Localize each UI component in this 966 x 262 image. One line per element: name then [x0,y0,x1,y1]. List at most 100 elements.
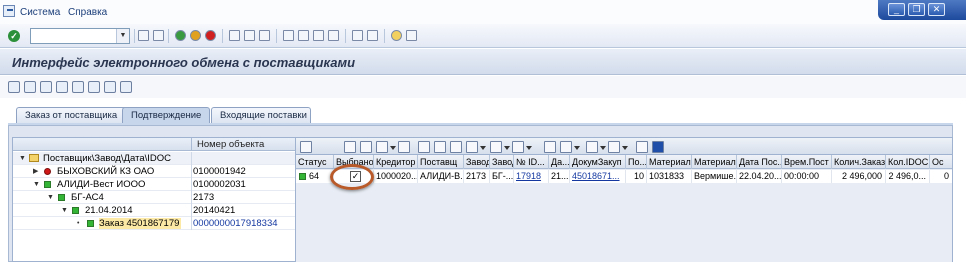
collapse-icon[interactable] [104,81,116,93]
cell-id-link[interactable]: 17918 [514,170,549,183]
new-session-icon[interactable] [352,30,363,41]
col-header-plant-2[interactable]: Завод [490,155,514,169]
print-preview-icon[interactable] [544,141,556,153]
chevron-down-icon[interactable] [480,146,486,150]
execute-icon[interactable] [8,81,20,93]
col-header-vendor[interactable]: Кредитор [374,155,418,169]
find-icon[interactable] [450,141,462,153]
minimize-button[interactable]: _ [888,3,905,16]
chevron-down-icon[interactable] [574,146,580,150]
find-next-icon[interactable] [259,30,270,41]
col-header-material-text[interactable]: Материал [692,155,737,169]
chevron-down-icon[interactable] [600,146,606,150]
col-header-delivery-time[interactable]: Врем.Пост [782,155,832,169]
expand-down-icon[interactable]: ▼ [33,181,40,188]
col-header-id-number[interactable]: № ID... [514,155,549,169]
cell-purchase-doc-link[interactable]: 45018671... [570,170,626,183]
col-header-order-qty[interactable]: Колич.Заказ [832,155,886,169]
help-icon[interactable] [391,30,402,41]
export-icon[interactable] [586,141,598,153]
separator [345,29,346,43]
close-button[interactable]: ✕ [928,3,945,16]
back-icon[interactable] [175,30,186,41]
col-header-remaining[interactable]: Ос [930,155,952,169]
filter-icon[interactable] [466,141,478,153]
cell-status-value: 64 [309,171,320,181]
undo-icon[interactable] [398,141,410,153]
tab-supplier-order[interactable]: Заказ от поставщика [16,107,130,123]
enter-check-icon[interactable]: ✓ [8,30,20,42]
next-page-icon[interactable] [313,30,324,41]
tree-row-label: Поставщик\Завод\Дата\IDOC [43,153,171,164]
sync-icon[interactable] [72,81,84,93]
documents-icon[interactable] [40,81,52,93]
sort-descending-icon[interactable] [434,141,446,153]
col-header-supplier[interactable]: Поставщ [418,155,464,169]
page-title: Интерфейс электронного обмена с поставщи… [12,55,356,70]
tree-row-root[interactable]: ▼ Поставщик\Завод\Дата\IDOC [13,152,295,165]
chevron-down-icon[interactable] [526,146,532,150]
tree-col-object-number: Номер объекта [197,139,265,150]
layout-settings-icon[interactable] [406,30,417,41]
info-icon[interactable] [652,141,664,153]
graphic-icon[interactable] [636,141,648,153]
chevron-down-icon[interactable] [390,146,396,150]
restore-button[interactable]: ❐ [908,3,925,16]
refresh-icon[interactable] [24,81,36,93]
col-header-material[interactable]: Материал [647,155,692,169]
col-header-purchase-doc[interactable]: ДокумЗакуп [570,155,626,169]
shortcut-icon[interactable] [367,30,378,41]
col-header-idoc-qty[interactable]: Кол.IDOC [886,155,930,169]
cancel-icon[interactable] [205,30,216,41]
chevron-down-icon[interactable] [622,146,628,150]
exit-icon[interactable] [3,5,15,17]
tab-incoming-deliveries[interactable]: Входящие поставки [211,107,311,123]
window-controls: _ ❐ ✕ [878,0,966,20]
views-icon[interactable] [560,141,572,153]
previous-page-icon[interactable] [298,30,309,41]
chevron-down-icon[interactable]: ▼ [116,29,129,43]
expand-icon[interactable] [88,81,100,93]
column-divider [191,217,192,230]
expand-down-icon[interactable]: ▼ [47,194,54,201]
triangle-up-icon[interactable] [120,81,132,93]
expand-down-icon[interactable]: ▼ [19,155,26,162]
table-row[interactable]: 64 ✓ 1000020... АЛИДИ-В... 2173 БГ-... 1… [296,170,952,183]
save-icon[interactable] [153,30,164,41]
sort-ascending-icon[interactable] [418,141,430,153]
expand-down-icon[interactable]: ▼ [61,207,68,214]
paste-icon[interactable] [376,141,388,153]
tree-row-date[interactable]: ▼ 21.04.2014 20140421 [13,204,295,217]
tree-row-plant[interactable]: ▼ БГ-АС4 2173 [13,191,295,204]
last-page-icon[interactable] [328,30,339,41]
details-icon[interactable] [300,141,312,153]
print-icon[interactable] [229,30,240,41]
expand-right-icon[interactable]: ▶ [33,168,38,175]
copy-icon[interactable] [360,141,372,153]
subtotal-icon[interactable] [512,141,524,153]
menu-item-system[interactable]: Система [20,7,60,18]
chevron-down-icon[interactable] [504,146,510,150]
col-header-delivery-date[interactable]: Дата Пос... [737,155,782,169]
command-field[interactable]: ▼ [30,28,130,44]
cut-icon[interactable] [344,141,356,153]
col-header-plant[interactable]: Завод [464,155,490,169]
menu-bar: Система Справка _ ❐ ✕ [0,0,966,24]
col-header-status[interactable]: Статус [296,155,334,169]
table-icon[interactable] [56,81,68,93]
layout-icon[interactable] [608,141,620,153]
menu-item-help[interactable]: Справка [68,7,107,18]
col-header-date[interactable]: Да... [549,155,570,169]
find-icon[interactable] [244,30,255,41]
tree-row-supplier-alidi[interactable]: ▼ АЛИДИ-Вест ИООО 0100002031 [13,178,295,191]
back-arrow-icon[interactable] [138,30,149,41]
sum-icon[interactable] [490,141,502,153]
col-header-item[interactable]: По... [626,155,647,169]
confirmation-grid: Статус Выбрано Кредитор Поставщ Завод За… [296,155,953,262]
tab-confirmation[interactable]: Подтверждение [122,107,210,123]
standard-toolbar: ✓ ▼ [0,24,966,48]
first-page-icon[interactable] [283,30,294,41]
exit-icon[interactable] [190,30,201,41]
tree-row-supplier-bykhov[interactable]: ▶ БЫХОВСКИЙ КЗ ОАО 0100001942 [13,165,295,178]
tree-row-order[interactable]: • Заказ 4501867179 0000000017918334 [13,217,295,230]
